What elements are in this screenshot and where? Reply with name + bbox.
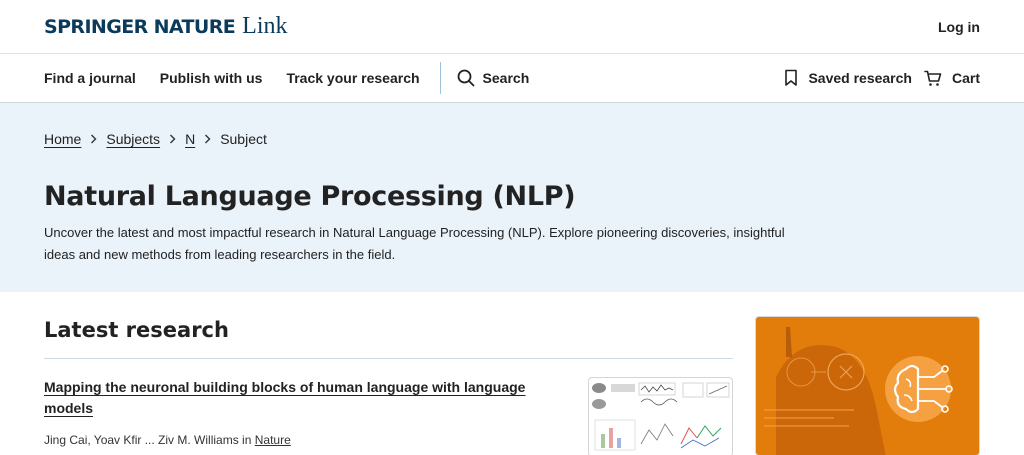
main-nav: Find a journal Publish with us Track you… (0, 54, 1024, 103)
chevron-right-icon (204, 134, 211, 144)
nlp-promo-banner[interactable] (755, 316, 980, 455)
chevron-right-icon (90, 134, 97, 144)
latest-research-section: Latest research Mapping the neuronal bui… (44, 292, 733, 455)
breadcrumb-subjects[interactable]: Subjects (106, 131, 160, 147)
article-figure-thumbnail[interactable] (588, 377, 733, 455)
cart-link[interactable]: Cart (924, 70, 980, 87)
search-label: Search (482, 70, 530, 86)
nav-left-group: Find a journal Publish with us Track you… (44, 54, 529, 102)
breadcrumb: Home Subjects N Subject (44, 131, 980, 147)
article-authors: Jing Cai, Yoav Kfir ... Ziv M. Williams … (44, 433, 252, 447)
top-header: SPRINGER NATURE Link Log in (0, 0, 1024, 54)
logo-brand-text: SPRINGER NATURE (44, 16, 236, 38)
cart-label: Cart (951, 70, 980, 86)
page-title: Natural Language Processing (NLP) (44, 181, 576, 212)
saved-research-link[interactable]: Saved research (784, 69, 912, 87)
latest-research-heading: Latest research (44, 318, 733, 359)
page-description: Uncover the latest and most impactful re… (44, 225, 785, 262)
article-text: Mapping the neuronal building blocks of … (44, 377, 534, 455)
breadcrumb-home[interactable]: Home (44, 131, 81, 147)
login-link[interactable]: Log in (938, 19, 980, 35)
breadcrumb-current: Subject (220, 131, 267, 147)
nav-find-journal-link[interactable]: Find a journal (44, 70, 136, 86)
bookmark-icon (785, 69, 798, 86)
saved-research-label: Saved research (808, 70, 912, 86)
chevron-right-icon (169, 134, 176, 144)
nav-track-research-link[interactable]: Track your research (286, 70, 419, 86)
search-icon (457, 69, 474, 87)
article-title-link[interactable]: Mapping the neuronal building blocks of … (44, 379, 525, 416)
cart-icon (924, 70, 942, 86)
springer-nature-link-logo[interactable]: SPRINGER NATURE Link (44, 13, 288, 40)
nav-publish-link[interactable]: Publish with us (160, 70, 263, 86)
nav-divider (439, 62, 441, 94)
content-area: Latest research Mapping the neuronal bui… (0, 292, 1024, 455)
nav-right-group: Saved research Cart (784, 69, 980, 87)
breadcrumb-n[interactable]: N (185, 131, 195, 147)
article-card: Mapping the neuronal building blocks of … (44, 377, 733, 455)
brain-circuit-illustration (756, 317, 979, 455)
figure-panels-image (592, 382, 730, 451)
article-meta: Jing Cai, Yoav Kfir ... Ziv M. Williams … (44, 433, 534, 447)
subject-hero: Home Subjects N Subject Natural Language… (0, 103, 1024, 292)
article-journal-link[interactable]: Nature (255, 433, 291, 447)
logo-product-text: Link (242, 13, 288, 39)
search-button[interactable]: Search (457, 69, 530, 87)
